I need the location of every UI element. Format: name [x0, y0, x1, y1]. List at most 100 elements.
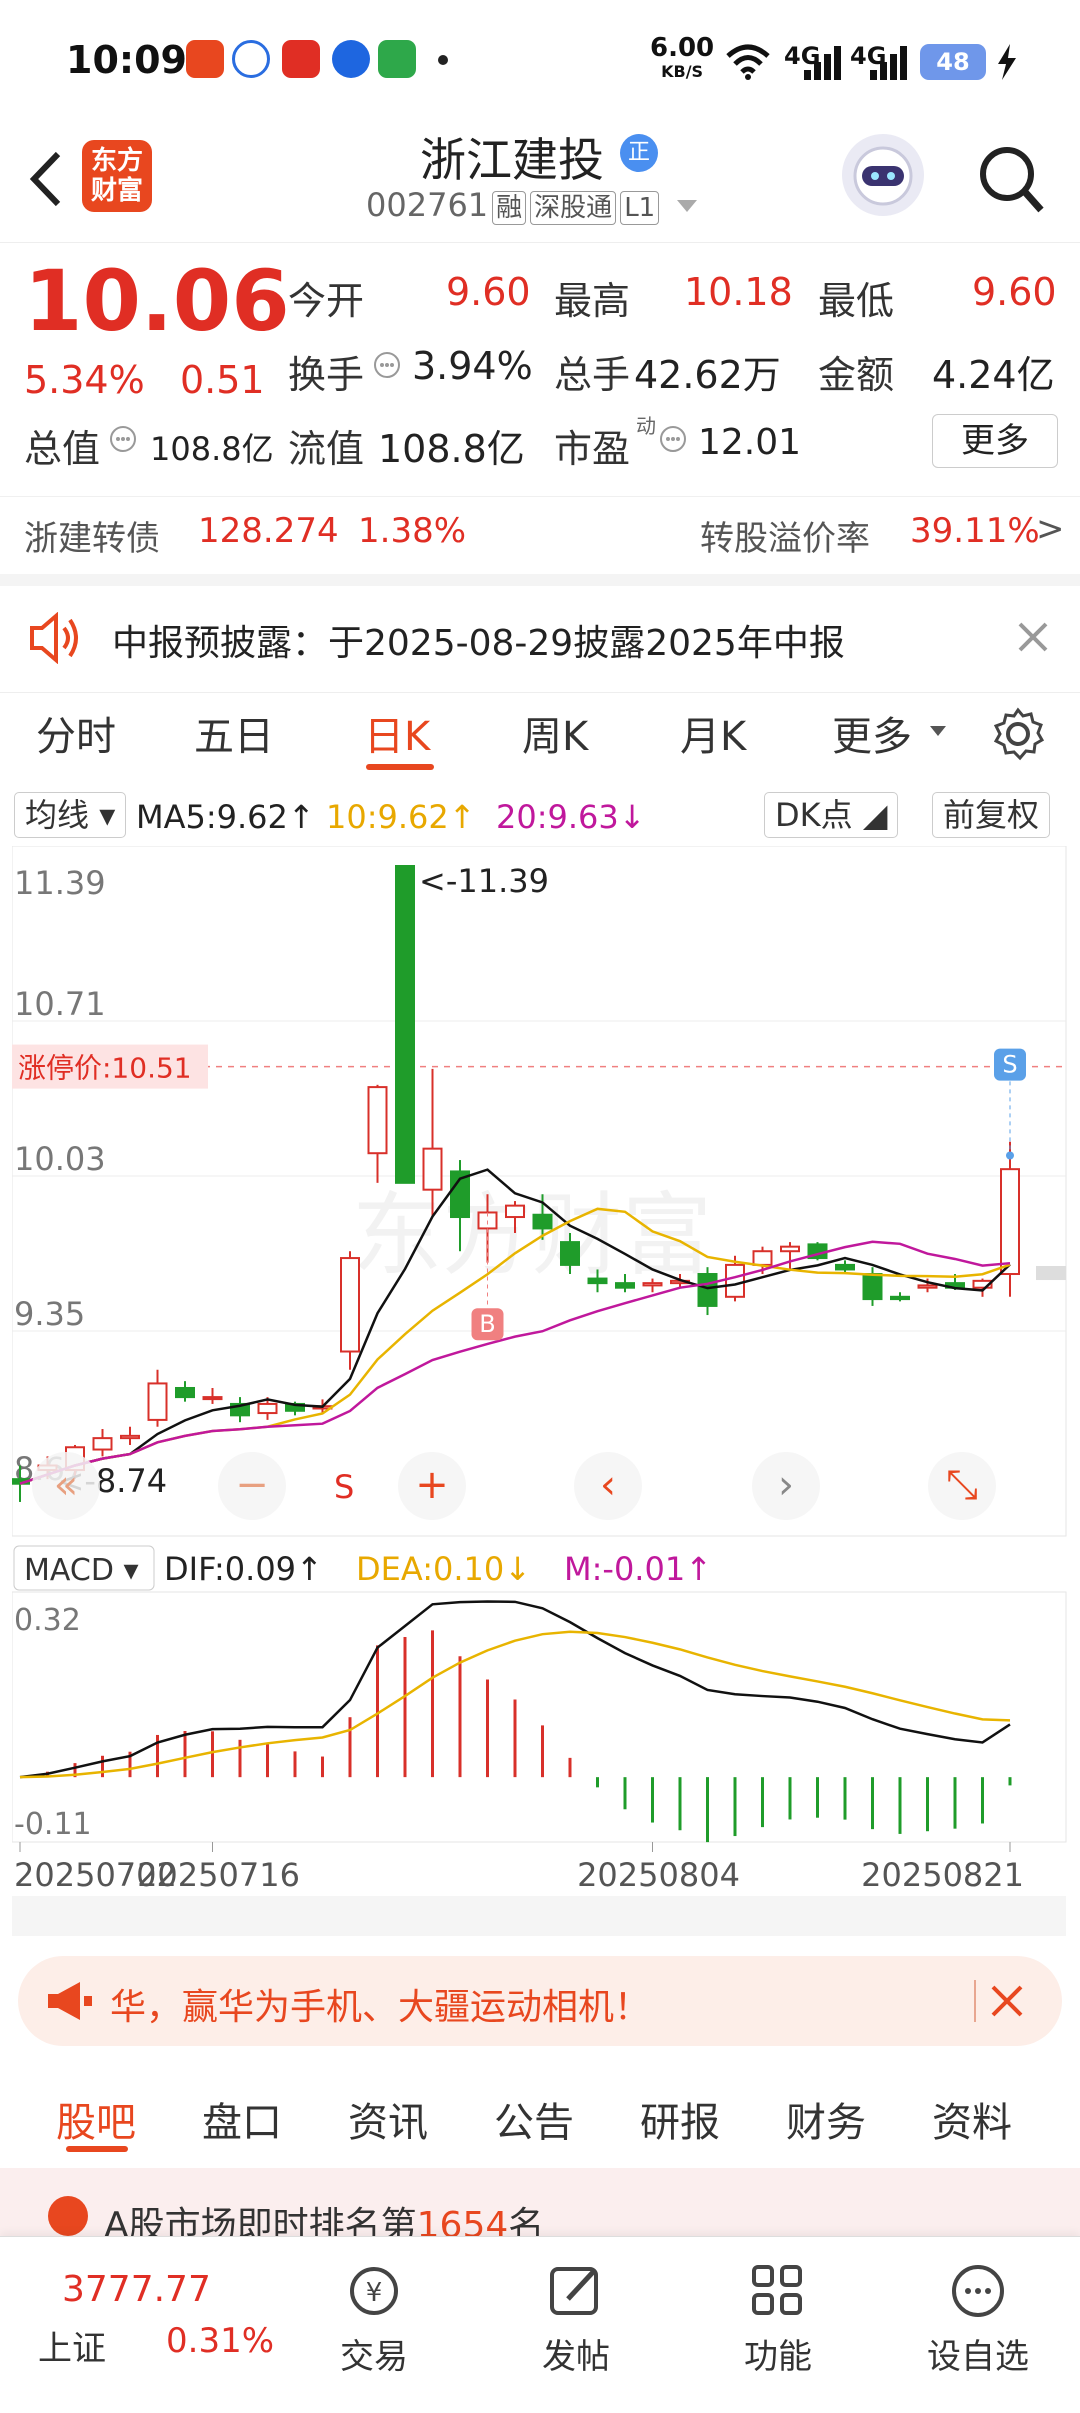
tab-profile[interactable]: 资料 — [932, 2090, 1012, 2148]
index-change: 0.31% — [166, 2321, 275, 2361]
tab-forum[interactable]: 股吧 — [56, 2090, 136, 2148]
ma20-legend: 20:9.63↓ — [496, 798, 646, 836]
more-quote-button[interactable]: 更多 — [932, 414, 1058, 468]
candle-body — [120, 1434, 140, 1440]
date-axis-scroll — [12, 1896, 1066, 1936]
index-ticker[interactable]: 3777.77 上证 0.31% — [0, 2237, 290, 2413]
candle-body — [175, 1386, 195, 1399]
stock-code-line[interactable]: 002761 融深股通 L1 — [366, 186, 699, 225]
s-label-low: S — [334, 1468, 354, 1506]
nav-functions-label: 功能 — [744, 2337, 812, 2377]
browser-app-icon — [332, 40, 370, 78]
nav-watchlist[interactable]: 设自选 — [908, 2263, 1048, 2378]
ai-assistant-avatar[interactable] — [842, 134, 924, 216]
candle-body — [725, 1263, 745, 1298]
amount-label: 金额 — [818, 353, 895, 397]
rank-peek-row[interactable]: A股市场即时排名第1654名 — [0, 2168, 1080, 2238]
bond-name: 浙建转债 — [24, 519, 160, 559]
close-icon[interactable] — [1016, 620, 1050, 654]
kline-chart-area[interactable]: 均线 ▾ MA5:9.62↑ 10:9.62↑ 20:9.63↓ DK点 ◢ 前… — [12, 792, 1068, 1940]
megaphone-icon — [48, 1982, 92, 2020]
dropdown-triangle-icon — [677, 200, 698, 212]
volume-value: 42.62万 — [634, 353, 781, 397]
tab-research[interactable]: 研报 — [640, 2090, 720, 2148]
nav-post[interactable]: 发帖 — [506, 2263, 646, 2378]
adjust-button[interactable]: 前复权 — [932, 792, 1051, 838]
search-icon[interactable] — [975, 140, 1047, 220]
tab-weekly-k[interactable]: 周K — [522, 704, 588, 762]
promo-close-icon[interactable] — [990, 1984, 1024, 2018]
index-name: 上证 — [38, 2329, 106, 2369]
more-dots-icon — [952, 2265, 1004, 2317]
speaker-icon — [30, 612, 78, 664]
zoom-out-icon: − — [235, 1462, 269, 1508]
kline-svg: 东方财富 11.3910.7110.039.358.67涨停价:10.51 0.… — [12, 846, 1067, 1936]
tag-margin: 融 — [492, 191, 527, 225]
promo-banner[interactable]: 华，赢华为手机、大疆运动相机！ — [18, 1956, 1062, 2046]
tab-financials[interactable]: 财务 — [786, 2090, 866, 2148]
candle-body — [835, 1263, 855, 1271]
candle-body — [340, 1257, 360, 1353]
tab-daily-k[interactable]: 日K — [364, 704, 430, 762]
cloud-app-icon — [232, 40, 270, 78]
settings-gear-icon[interactable] — [990, 706, 1046, 762]
grid-icon — [752, 2265, 802, 2315]
macd-legend: MACD ▾ DIF:0.09↑ DEA:0.10↓ M:-0.01↑ — [13, 1545, 712, 1591]
tab-news[interactable]: 资讯 — [348, 2090, 428, 2148]
notice-banner[interactable]: 中报预披露：于2025-08-29披露2025年中报 — [0, 574, 1080, 693]
robot-icon — [853, 146, 913, 206]
candle-body — [862, 1273, 883, 1301]
s-marker-dot — [1006, 1151, 1014, 1160]
nav-trade[interactable]: ¥ 交易 — [304, 2263, 444, 2378]
volume-label: 总手 — [554, 353, 631, 397]
tab-more[interactable]: 更多 — [832, 704, 912, 762]
expand-icon: ⤡ — [946, 1462, 978, 1508]
candle-body — [92, 1437, 113, 1451]
candle-body — [202, 1396, 223, 1401]
macd-tick-top: 0.32 — [14, 1603, 81, 1638]
pe-info-icon[interactable] — [658, 424, 688, 454]
candle-body — [367, 1086, 388, 1155]
turnover-info-icon[interactable] — [372, 350, 402, 380]
y-tick-label: 10.03 — [14, 1140, 106, 1178]
y-tick-label: 10.71 — [14, 985, 106, 1023]
tab-monthly-k[interactable]: 月K — [680, 704, 746, 762]
s-marker-text: S — [1002, 1051, 1017, 1079]
b-marker-text: B — [479, 1310, 495, 1338]
rank-number: 1654 — [416, 2205, 509, 2238]
dif-legend: DIF:0.09↑ — [164, 1550, 323, 1588]
change-percent: 5.34% — [24, 358, 145, 402]
back-icon[interactable] — [22, 144, 72, 214]
nav-post-label: 发帖 — [542, 2337, 610, 2377]
nav-watchlist-label: 设自选 — [927, 2337, 1029, 2377]
low-value: 9.60 — [972, 270, 1057, 314]
eastmoney-logo: 东方 财富 — [82, 140, 152, 212]
verified-badge: 正 — [620, 134, 658, 172]
candle-body — [642, 1282, 663, 1287]
stock-code: 002761 — [366, 186, 489, 224]
open-label: 今开 — [288, 279, 365, 323]
tab-five-day[interactable]: 五日 — [194, 704, 274, 762]
candle-body — [615, 1282, 635, 1289]
convertible-row[interactable]: 浙建转债 128.274 1.38% 转股溢价率 39.11% > — [0, 496, 1080, 567]
candle-body — [752, 1250, 773, 1266]
nav-functions[interactable]: 功能 — [708, 2263, 848, 2378]
candle-body — [587, 1277, 608, 1285]
edit-icon — [550, 2267, 598, 2315]
video-app-icon — [186, 40, 224, 78]
tab-intraday[interactable]: 分时 — [36, 704, 116, 762]
dk-button[interactable]: DK点 ◢ — [764, 792, 899, 838]
m-legend: M:-0.01↑ — [564, 1550, 712, 1588]
logo-text-1: 东方 — [90, 146, 143, 176]
tab-order-book[interactable]: 盘口 — [202, 2090, 282, 2148]
pe-label: 市盈 — [554, 427, 631, 471]
market-cap-info-icon[interactable] — [108, 424, 138, 454]
net-speed-unit: KB/S — [661, 62, 704, 81]
battery-indicator: 48 — [920, 44, 986, 80]
candle-body — [1000, 1168, 1020, 1276]
candle-body — [505, 1204, 525, 1219]
ma-selector[interactable]: 均线 ▾ — [14, 792, 127, 838]
double-chevron-left-icon: « — [54, 1462, 78, 1508]
chevron-left-icon: ‹ — [600, 1462, 616, 1508]
tab-announcements[interactable]: 公告 — [494, 2090, 574, 2148]
